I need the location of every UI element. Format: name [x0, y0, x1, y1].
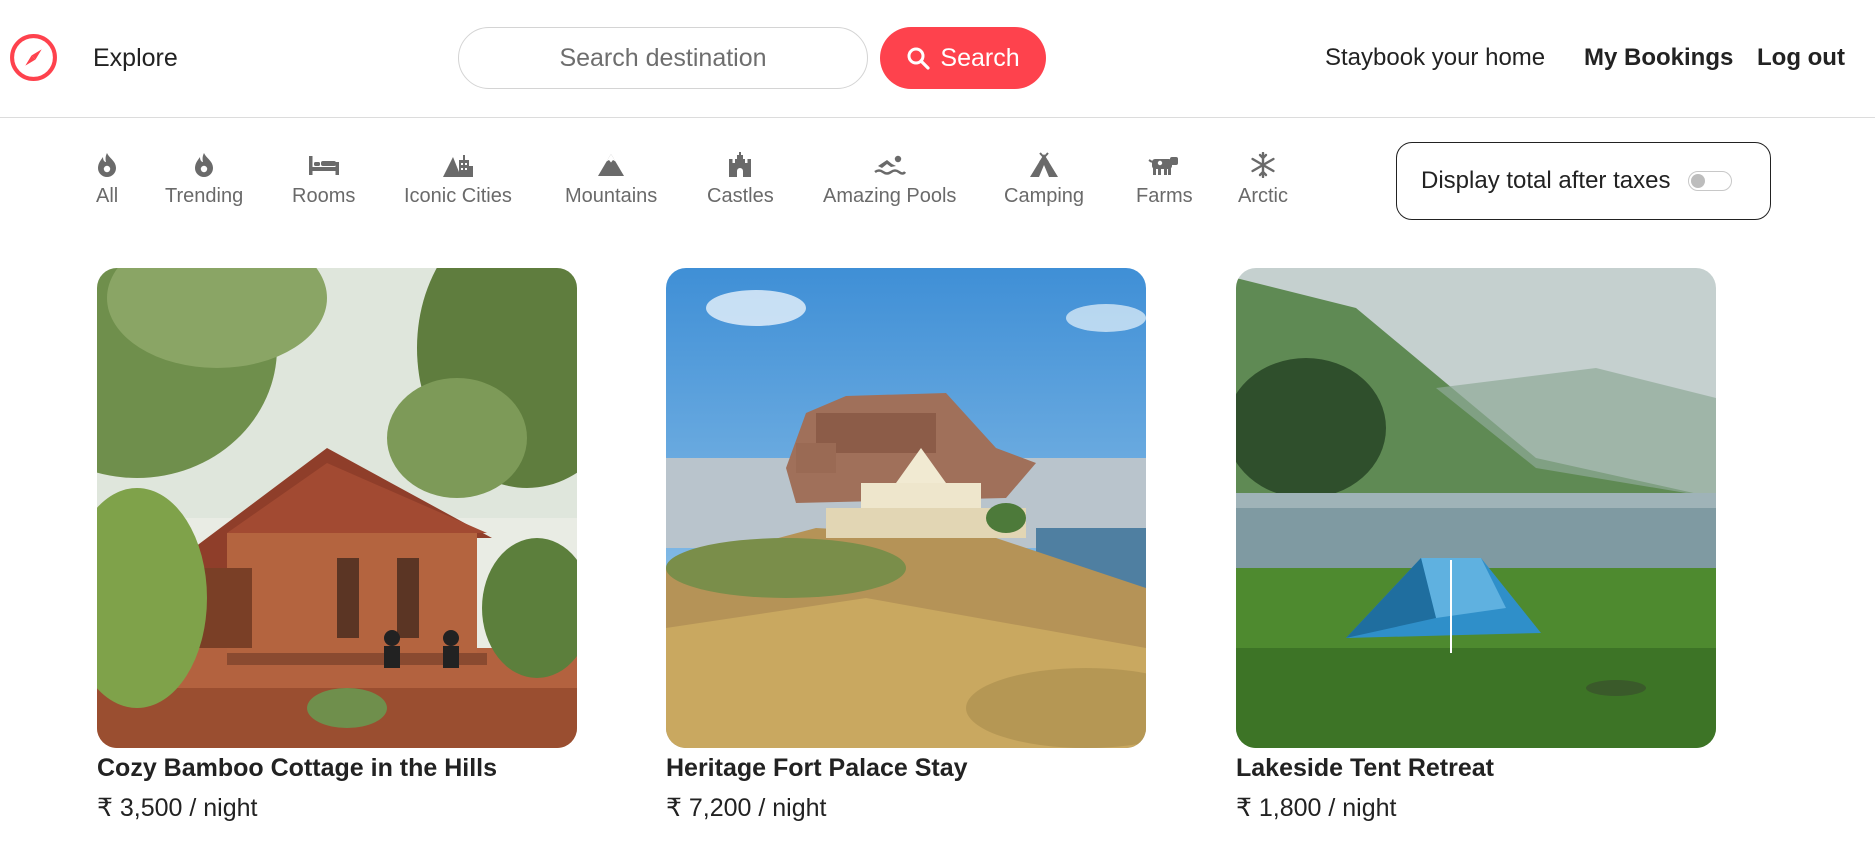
search-button-label: Search: [940, 43, 1020, 72]
filter-label: Castles: [707, 185, 774, 207]
cow-icon: [1148, 147, 1180, 183]
mountain-icon: [597, 147, 625, 183]
filter-rooms[interactable]: Rooms: [292, 147, 355, 208]
filter-label: All: [96, 185, 119, 207]
listing-title[interactable]: Lakeside Tent Retreat: [1236, 754, 1716, 783]
listing-card[interactable]: Cozy Bamboo Cottage in the Hills ₹ 3,500…: [97, 268, 577, 823]
staybook-home-link[interactable]: Staybook your home: [1325, 44, 1545, 72]
filter-mountains[interactable]: Mountains: [565, 147, 657, 208]
logout-link[interactable]: Log out: [1757, 44, 1845, 72]
filter-label: Arctic: [1238, 185, 1288, 207]
castle-icon: [727, 147, 753, 183]
search-input[interactable]: [458, 27, 868, 89]
filter-camping[interactable]: Camping: [1004, 147, 1084, 208]
switch-knob: [1691, 174, 1706, 188]
swimmer-icon: [873, 147, 906, 183]
listing-photo-cottage[interactable]: [97, 268, 577, 748]
listing-title[interactable]: Cozy Bamboo Cottage in the Hills: [97, 754, 577, 783]
fire-icon: [96, 147, 118, 183]
search-button[interactable]: Search: [880, 27, 1046, 89]
filter-label: Amazing Pools: [823, 185, 957, 207]
snowflake-icon: [1250, 147, 1276, 183]
filter-amazing-pools[interactable]: Amazing Pools: [823, 147, 956, 208]
my-bookings-link[interactable]: My Bookings: [1584, 44, 1733, 72]
filter-arctic[interactable]: Arctic: [1238, 147, 1288, 208]
filter-trending[interactable]: Trending: [165, 147, 243, 208]
filter-label: Rooms: [292, 185, 356, 207]
city-icon: [442, 147, 474, 183]
listing-photo-fort[interactable]: [666, 268, 1146, 748]
navbar: Explore Search Staybook your home My Boo…: [0, 0, 1875, 118]
listing-title[interactable]: Heritage Fort Palace Stay: [666, 754, 1146, 783]
filter-all[interactable]: All: [96, 147, 118, 208]
filter-label: Camping: [1004, 185, 1085, 207]
listing-photo-tent[interactable]: [1236, 268, 1716, 748]
tax-toggle-switch[interactable]: [1688, 171, 1733, 191]
bed-icon: [308, 147, 340, 183]
listing-price: ₹ 3,500 / night: [97, 794, 258, 822]
filter-label: Iconic Cities: [404, 185, 512, 207]
compass-icon[interactable]: [8, 32, 59, 83]
filter-label: Mountains: [565, 185, 658, 207]
listing-price: ₹ 7,200 / night: [666, 794, 827, 822]
fire-icon: [193, 147, 215, 183]
tax-toggle-box: Display total after taxes: [1396, 142, 1771, 220]
filter-iconic-cities[interactable]: Iconic Cities: [404, 147, 512, 208]
search-icon: [907, 47, 930, 70]
listing-card[interactable]: Heritage Fort Palace Stay ₹ 7,200 / nigh…: [666, 268, 1146, 823]
filter-label: Trending: [165, 185, 244, 207]
tax-toggle-label: Display total after taxes: [1421, 167, 1671, 194]
filter-label: Farms: [1136, 185, 1193, 207]
listing-price: ₹ 1,800 / night: [1236, 794, 1397, 822]
explore-link[interactable]: Explore: [93, 44, 178, 73]
tent-icon: [1029, 147, 1059, 183]
filter-castles[interactable]: Castles: [707, 147, 774, 208]
filter-farms[interactable]: Farms: [1136, 147, 1193, 208]
listing-card[interactable]: Lakeside Tent Retreat ₹ 1,800 / night: [1236, 268, 1716, 823]
